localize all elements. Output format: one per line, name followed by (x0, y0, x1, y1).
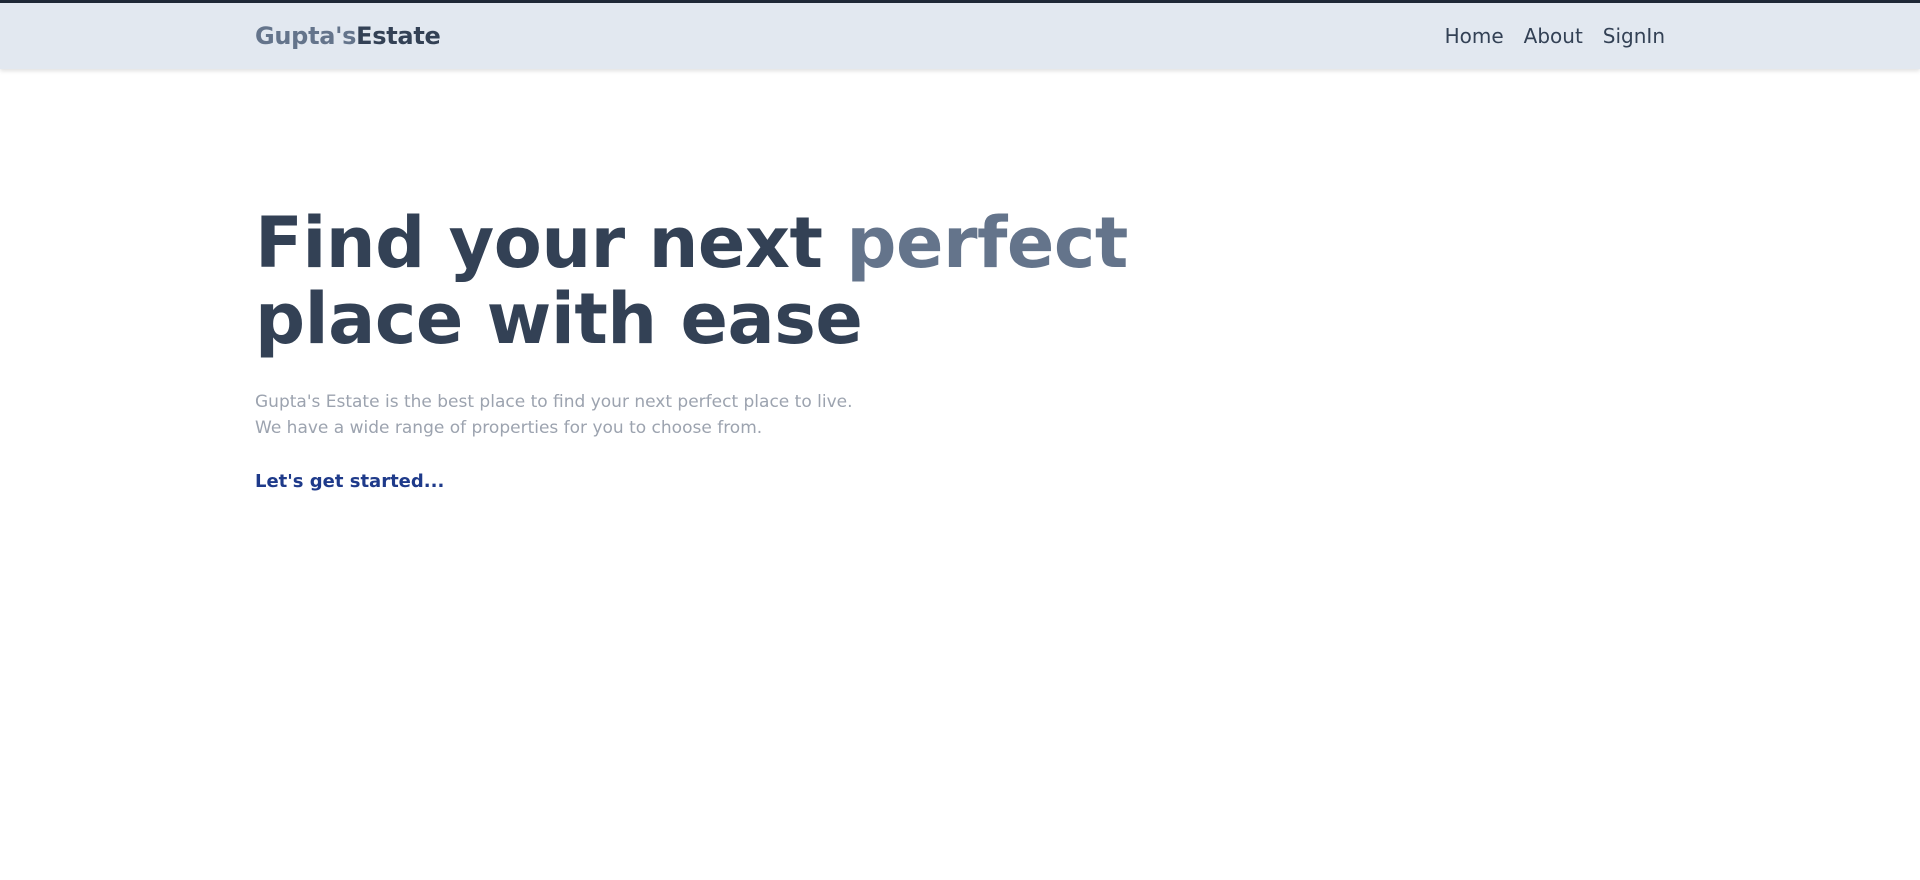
hero-subtitle: Gupta's Estate is the best place to find… (255, 389, 1155, 441)
hero-subtitle-line2: We have a wide range of properties for y… (255, 418, 763, 438)
hero-section: Find your next perfect place with ease G… (255, 205, 1155, 492)
navbar: Gupta'sEstate Home About SignIn (0, 3, 1920, 69)
hero-title-accent: perfect (846, 202, 1128, 284)
hero-title-part1: Find your next (255, 202, 847, 284)
nav-links: Home About SignIn (1445, 24, 1665, 48)
brand-logo[interactable]: Gupta'sEstate (255, 22, 441, 50)
hero-title: Find your next perfect place with ease (255, 205, 1155, 357)
hero-subtitle-line1: Gupta's Estate is the best place to find… (255, 392, 853, 412)
brand-name-part2: Estate (356, 22, 441, 50)
brand-name-part1: Gupta's (255, 22, 357, 50)
nav-link-about[interactable]: About (1524, 24, 1583, 48)
navbar-inner: Gupta'sEstate Home About SignIn (255, 3, 1665, 69)
nav-link-home[interactable]: Home (1445, 24, 1504, 48)
nav-link-signin[interactable]: SignIn (1603, 24, 1665, 48)
get-started-link[interactable]: Let's get started... (255, 471, 444, 492)
hero-title-part2: place with ease (255, 278, 863, 360)
